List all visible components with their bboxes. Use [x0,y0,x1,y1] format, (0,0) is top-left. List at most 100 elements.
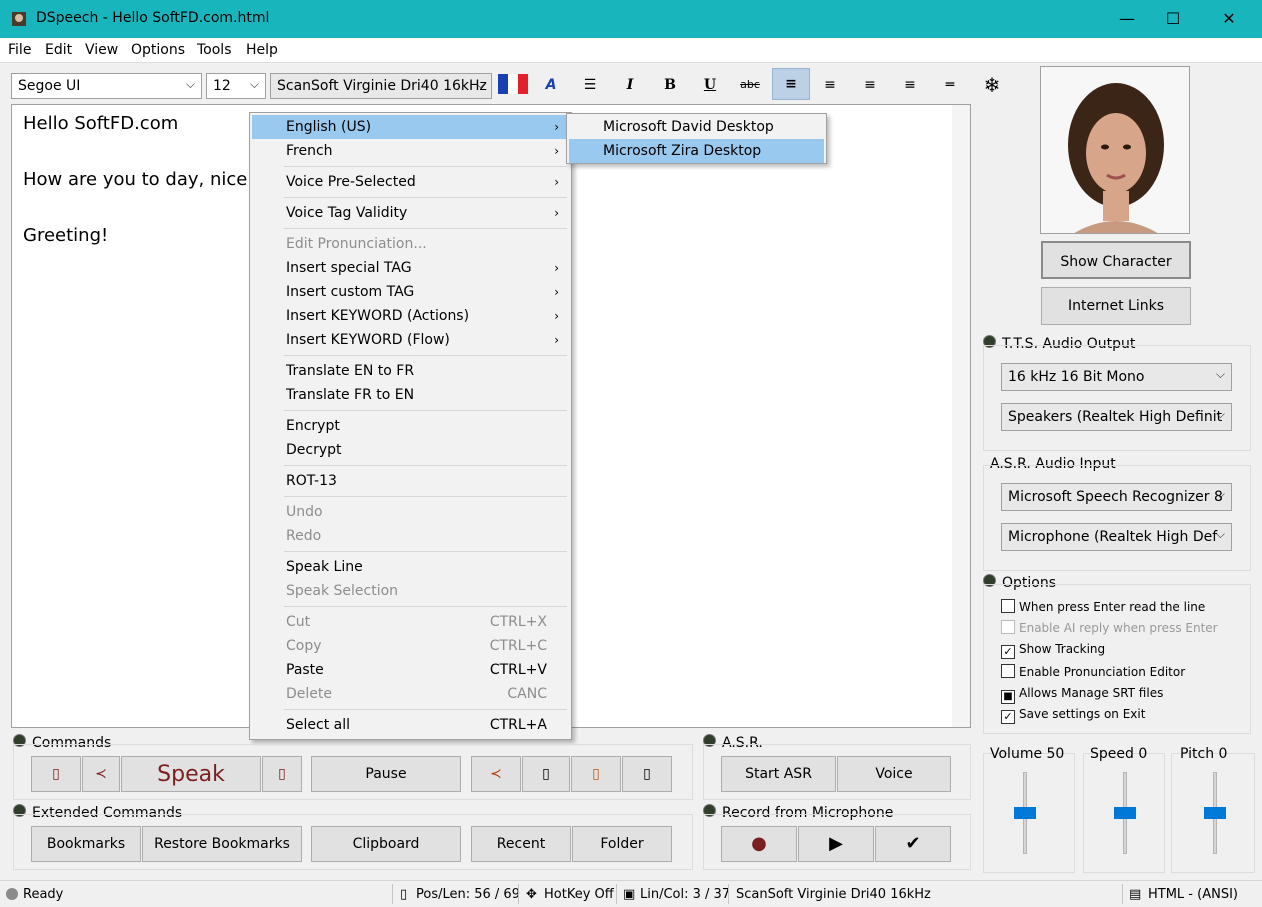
tts-group [983,345,1251,451]
back-icon[interactable]: ≺ [82,756,120,792]
checkmark-icon[interactable]: ✓ [1001,645,1015,659]
line-spacing-icon[interactable]: ═ [932,70,968,100]
checkbox[interactable] [1001,599,1015,613]
option-pronunciation-editor[interactable]: Enable Pronunciation Editor [1001,664,1185,679]
submenu-item-david[interactable]: Microsoft David Desktop [569,115,824,139]
menu-tools[interactable]: Tools [197,42,232,58]
context-menu: English (US) › French › Voice Pre-Selected… [249,112,572,740]
stop-icon[interactable]: ▯ [31,756,81,792]
pause-button[interactable]: Pause [311,756,461,792]
menu-options[interactable]: Options [131,42,185,58]
folder-button[interactable]: Folder [572,826,672,862]
record-icon[interactable]: ● [721,826,797,862]
clipboard-button[interactable]: Clipboard [311,826,461,862]
menu-item-decrypt[interactable]: Decrypt [252,438,569,462]
status-pos: Pos/Len: 56 / 69 [416,887,520,902]
voice-value: ScanSoft Virginie Dri40 16kHz [277,78,487,94]
asr-engine-select[interactable]: Microsoft Speech Recognizer 8 ⌵ [1001,483,1232,511]
bookmarks-button[interactable]: Bookmarks [31,826,141,862]
tts-format-select[interactable]: 16 kHz 16 Bit Mono ⌵ [1001,363,1232,391]
chevron-down-icon: ⌵ [475,77,485,91]
stop-small-icon[interactable]: ▯ [262,756,302,792]
hotkey-icon: ✥ [526,887,537,902]
menu-file[interactable]: File [8,42,31,58]
italic-icon[interactable]: I [612,70,648,100]
show-character-button[interactable]: Show Character [1041,241,1191,279]
play-icon[interactable]: ▶ [798,826,874,862]
volume-slider-thumb[interactable] [1014,807,1036,819]
maximize-button[interactable]: ☐ [1150,0,1196,38]
menu-item-insert-keyword-actions[interactable]: Insert KEYWORD (Actions) › [252,304,569,328]
status-divider [518,884,519,904]
voice-button[interactable]: Voice [837,756,951,792]
font-size-select[interactable]: 12 ⌵ [206,73,266,99]
option-enter-read-line[interactable]: When press Enter read the line [1001,599,1205,614]
checkmark-icon[interactable]: ✓ [1001,710,1015,724]
page-end-icon[interactable]: ▯ [622,756,672,792]
page-orange-icon[interactable]: ▯ [571,756,621,792]
menu-help[interactable]: Help [246,42,278,58]
option-save-settings[interactable]: ✓ Save settings on Exit [1001,707,1145,724]
align-right-icon[interactable]: ≡ [852,70,888,100]
menu-item-insert-special-tag[interactable]: Insert special TAG › [252,256,569,280]
bold-icon[interactable]: B [652,70,688,100]
tts-device-value: Speakers (Realtek High Definit [1008,409,1223,425]
speak-button[interactable]: Speak [121,756,261,792]
pitch-slider-thumb[interactable] [1204,807,1226,819]
menu-item-rot13[interactable]: ROT-13 [252,469,569,493]
editor-scrollbar[interactable] [952,105,970,727]
bullet-list-icon[interactable]: ☰ [572,70,608,100]
asr-device-select[interactable]: Microphone (Realtek High Def ⌵ [1001,523,1232,551]
checkmark-icon[interactable]: ✔ [875,826,951,862]
voice-select[interactable]: ScanSoft Virginie Dri40 16kHz ⌵ [270,73,492,99]
window-title: DSpeech - Hello SoftFD.com.html [36,10,270,26]
french-flag-icon[interactable] [498,74,528,94]
menu-item-translate-en-fr[interactable]: Translate EN to FR [252,359,569,383]
html-file-icon: ▤ [1129,887,1142,902]
page-icon[interactable]: ▯ [522,756,570,792]
font-select[interactable]: Segoe UI ⌵ [11,73,202,99]
status-divider [728,884,729,904]
start-asr-button[interactable]: Start ASR [721,756,836,792]
rewind-icon[interactable]: ≺ [471,756,521,792]
close-button[interactable]: ✕ [1206,0,1252,38]
minimize-button[interactable]: — [1104,0,1150,38]
checkbox[interactable] [1001,664,1015,678]
menu-item-translate-fr-en[interactable]: Translate FR to EN [252,383,569,407]
menu-separator [284,465,567,466]
menu-item-french[interactable]: French › [252,139,569,163]
snowflake-icon[interactable]: ❄ [974,70,1010,100]
speed-slider-thumb[interactable] [1114,807,1136,819]
align-left-icon[interactable]: ≡ [772,68,810,100]
menu-view[interactable]: View [85,42,118,58]
menu-item-english-us[interactable]: English (US) › [252,115,569,139]
submenu-item-zira[interactable]: Microsoft Zira Desktop [569,139,824,163]
editor-line-3: Greeting! [23,225,109,246]
menu-item-select-all[interactable]: Select all CTRL+A [252,713,569,737]
align-center-icon[interactable]: ≡ [812,70,848,100]
indeterminate-icon[interactable]: ■ [1001,690,1015,704]
recent-button[interactable]: Recent [471,826,571,862]
option-show-tracking[interactable]: ✓ Show Tracking [1001,642,1105,659]
tts-device-select[interactable]: Speakers (Realtek High Definit ⌵ [1001,403,1232,431]
justify-icon[interactable]: ≡ [892,70,928,100]
internet-links-button[interactable]: Internet Links [1041,287,1191,325]
menu-item-insert-custom-tag[interactable]: Insert custom TAG › [252,280,569,304]
menu-item-voice-preselected[interactable]: Voice Pre-Selected › [252,170,569,194]
menu-edit[interactable]: Edit [45,42,72,58]
menu-item-speak-selection: Speak Selection [286,583,399,599]
menu-separator [284,228,567,229]
font-color-icon[interactable]: A [533,70,569,100]
strikethrough-icon[interactable]: abc [732,70,768,100]
floppy-icon: ▣ [623,887,636,902]
underline-icon[interactable]: U [692,70,728,100]
menu-item-voice-tag-validity[interactable]: Voice Tag Validity › [252,201,569,225]
menu-item-encrypt[interactable]: Encrypt [252,414,569,438]
menu-item-paste[interactable]: Paste CTRL+V [252,658,569,682]
menu-item-edit-pronunciation: Edit Pronunciation... [286,236,427,252]
menu-separator [284,551,567,552]
option-srt-files[interactable]: ■ Allows Manage SRT files [1001,686,1163,704]
restore-bookmarks-button[interactable]: Restore Bookmarks [142,826,302,862]
menu-item-speak-line[interactable]: Speak Line [252,555,569,579]
menu-item-insert-keyword-flow[interactable]: Insert KEYWORD (Flow) › [252,328,569,352]
